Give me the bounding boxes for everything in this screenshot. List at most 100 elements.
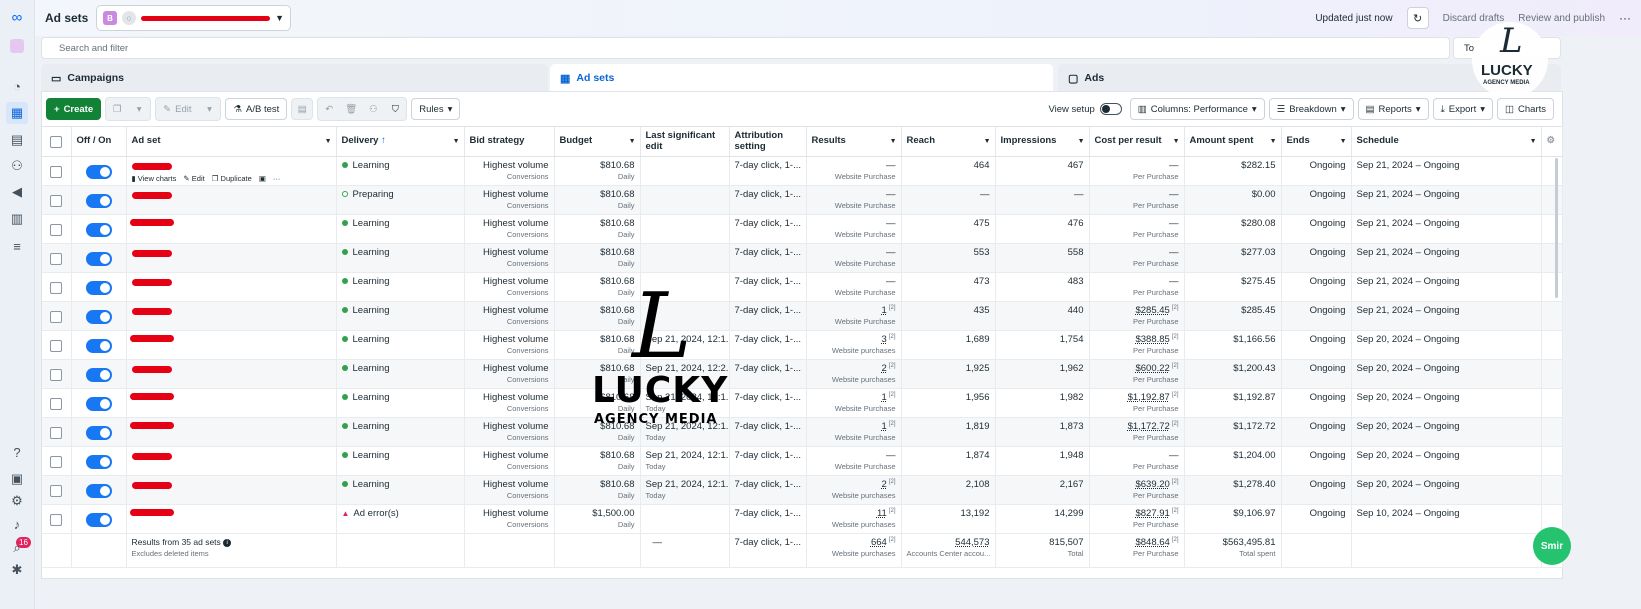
budget-cell[interactable]: $810.68 Daily — [554, 243, 641, 273]
row-checkbox[interactable] — [50, 253, 63, 265]
account-avatar[interactable] — [9, 38, 25, 54]
on-off-toggle[interactable] — [85, 513, 112, 527]
account-selector[interactable]: B ◌ ▼ — [96, 5, 291, 31]
row-checkbox[interactable] — [50, 369, 63, 381]
on-off-toggle[interactable] — [85, 484, 112, 498]
results-value[interactable]: 3 — [882, 334, 887, 345]
row-checkbox[interactable] — [50, 311, 63, 323]
ad-set-name-redacted[interactable] — [131, 279, 172, 286]
cpr-value[interactable]: $1,192.87 — [1128, 392, 1170, 403]
budget-cell[interactable]: $810.68 Daily — [554, 330, 641, 360]
budget-cell[interactable]: $810.68 Daily — [554, 185, 641, 215]
tag-icon[interactable]: ⛉ — [384, 98, 406, 120]
summary-results[interactable]: 664 — [871, 537, 887, 548]
table-row[interactable]: fodor777 Learning Highest volumeConversion… — [42, 214, 1563, 244]
cpr-value[interactable]: $388.85 — [1135, 334, 1169, 345]
view-setup-toggle[interactable]: View setup — [1048, 103, 1122, 115]
results-value[interactable]: 2 — [882, 479, 887, 490]
on-off-toggle[interactable] — [85, 368, 112, 382]
reports-button[interactable]: ▤ Reports ▾ — [1357, 98, 1429, 120]
budget-cell[interactable]: $810.68 Daily — [554, 272, 641, 302]
column-settings-icon[interactable]: ⚙ — [1541, 126, 1563, 157]
col-header-last-edit[interactable]: Last significant edit — [640, 126, 730, 157]
table-row[interactable]: fodor777 Learning Highest volumeConversion… — [42, 388, 1563, 418]
budget-cell[interactable]: $810.68 Daily — [554, 446, 641, 476]
ad-set-name-link[interactable]: fodor777 — [129, 392, 174, 402]
col-header-cost-per-result[interactable]: Cost per result ▼ — [1089, 126, 1185, 157]
col-header-ends[interactable]: Ends ▼ — [1281, 126, 1352, 157]
table-row[interactable]: ▮ View charts ✎ Edit ❐ Duplicate ▣ ··· Learni… — [42, 156, 1563, 186]
rules-button[interactable]: Rules ▾ — [411, 98, 461, 120]
col-header-impressions[interactable]: Impressions ▼ — [995, 126, 1090, 157]
undo-icon[interactable]: ↶ — [318, 98, 340, 120]
summary-reach[interactable]: 544,573 — [955, 537, 989, 548]
view-charts-action[interactable]: ▮ View charts — [132, 174, 177, 183]
cpr-value[interactable]: $827.91 — [1135, 508, 1169, 519]
ad-set-name-redacted[interactable] — [131, 482, 172, 489]
news-icon[interactable]: ▣ — [9, 471, 25, 487]
overview-icon[interactable]: ◔ — [9, 78, 25, 94]
row-checkbox[interactable] — [50, 485, 63, 497]
charts-button[interactable]: ◫ Charts — [1497, 98, 1554, 120]
on-off-toggle[interactable] — [85, 165, 112, 179]
chevron-down-icon[interactable]: ▾ — [198, 98, 220, 120]
on-off-toggle[interactable] — [85, 223, 112, 237]
ad-set-name-redacted[interactable] — [131, 192, 172, 199]
col-header-reach[interactable]: Reach ▼ — [901, 126, 996, 157]
bug-report-icon[interactable]: ✱ — [9, 562, 25, 578]
chat-widget-button[interactable]: Smir — [1533, 527, 1571, 565]
tab-campaigns[interactable]: ▭ Campaigns — [41, 64, 548, 92]
columns-button[interactable]: ▥ Columns: Performance ▾ — [1129, 98, 1265, 120]
menu-icon[interactable]: ≡ — [9, 238, 25, 254]
cpr-value[interactable]: $1,172.72 — [1128, 421, 1170, 432]
ab-test-button[interactable]: ⚗ A/B test — [225, 98, 288, 120]
duplicate-icon[interactable]: ❐ — [106, 98, 128, 120]
budget-cell[interactable]: $810.68 Daily — [554, 417, 641, 447]
row-checkbox[interactable] — [50, 195, 63, 207]
budget-cell[interactable]: $810.68 Daily — [554, 359, 641, 389]
results-value[interactable]: 11 — [877, 508, 887, 519]
review-publish-button[interactable]: Review and publish — [1518, 13, 1605, 24]
row-checkbox[interactable] — [50, 282, 63, 294]
tab-ad-sets[interactable]: ▦ Ad sets — [550, 64, 1053, 92]
row-checkbox[interactable] — [50, 340, 63, 352]
on-off-toggle[interactable] — [85, 426, 112, 440]
vertical-scrollbar[interactable] — [1555, 158, 1558, 298]
people-icon[interactable]: ⚇ — [362, 98, 384, 120]
col-header-delivery[interactable]: Delivery ↑ ▼ — [336, 126, 465, 157]
info-icon[interactable]: i — [223, 538, 232, 547]
ad-set-name-redacted[interactable] — [131, 250, 172, 257]
cpr-value[interactable]: $285.45 — [1135, 305, 1169, 316]
col-header-amount-spent[interactable]: Amount spent ▼ — [1184, 126, 1282, 157]
ad-set-name-redacted[interactable] — [131, 308, 172, 315]
budget-cell[interactable]: $810.68 Daily — [554, 475, 641, 505]
campaigns-megaphone-icon[interactable]: ◀ — [9, 184, 25, 200]
budget-cell[interactable]: $810.68 Daily — [554, 156, 641, 186]
table-row[interactable]: Learning Highest volume Conversions $810.68… — [42, 475, 1563, 505]
table-row[interactable]: fodor777 Learning Highest volumeConversion… — [42, 330, 1563, 360]
budget-cell[interactable]: $810.68 Daily — [554, 388, 641, 418]
ad-set-name-link[interactable]: fodor777 — [129, 508, 174, 518]
summary-cpr[interactable]: $848.64 — [1135, 537, 1169, 548]
help-icon[interactable]: ? — [9, 444, 25, 460]
table-row[interactable]: Learning Highest volume Conversions $810.68… — [42, 301, 1563, 331]
results-value[interactable]: 1 — [882, 305, 887, 316]
on-off-toggle[interactable] — [85, 397, 112, 411]
on-off-toggle[interactable] — [85, 252, 112, 266]
edit-button[interactable]: ✎ Edit — [156, 98, 198, 120]
refresh-icon[interactable]: ↻ — [1406, 7, 1429, 29]
row-checkbox[interactable] — [50, 398, 63, 410]
row-checkbox[interactable] — [50, 224, 63, 236]
select-all-checkbox[interactable] — [50, 135, 63, 148]
ads-manager-table-icon[interactable]: ▦ — [6, 102, 28, 124]
col-header-results[interactable]: Results ▼ — [806, 126, 902, 157]
row-checkbox[interactable] — [50, 166, 63, 178]
ad-set-name-link[interactable]: fodor777 — [129, 218, 174, 228]
notifications-bell-icon[interactable]: ♪ — [9, 516, 25, 532]
audiences-icon[interactable]: ⚇ — [9, 158, 25, 174]
on-off-toggle[interactable] — [85, 281, 112, 295]
results-value[interactable]: 2 — [882, 363, 887, 374]
col-header-ad-set[interactable]: Ad set ▼ — [126, 126, 337, 157]
create-button[interactable]: + Create — [46, 98, 102, 120]
search-icon[interactable]: ⌕ — [9, 540, 25, 556]
